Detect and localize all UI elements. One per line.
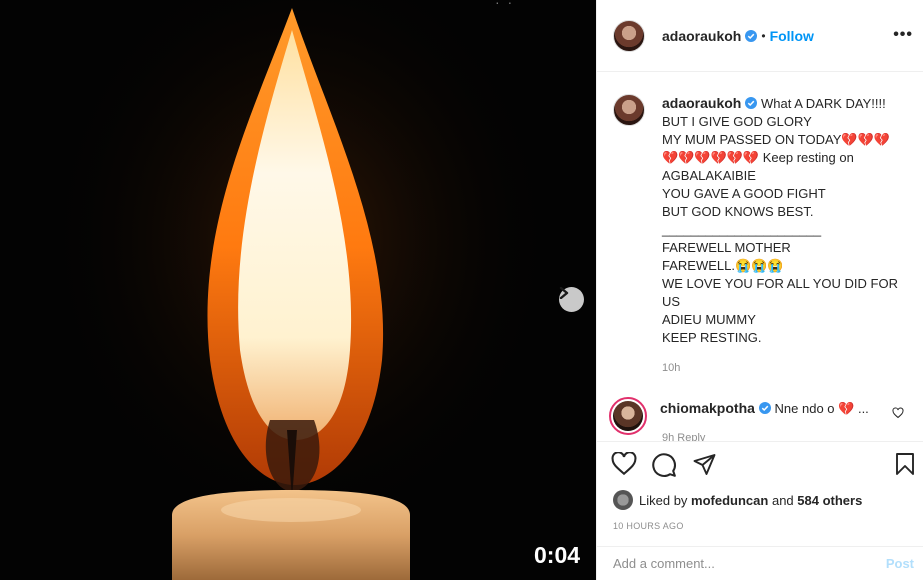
next-media-button[interactable]: [559, 287, 584, 312]
likes-count[interactable]: 584 others: [797, 493, 862, 508]
comment-meta[interactable]: 9h Reply: [662, 432, 705, 441]
follow-button[interactable]: Follow: [770, 28, 814, 44]
more-options-icon[interactable]: •••: [893, 26, 913, 44]
caption-line: WE LOVE YOU FOR ALL YOU DID FOR: [662, 276, 898, 291]
comment-ellipsis: ...: [857, 401, 869, 416]
author-avatar[interactable]: [613, 19, 645, 52]
post-video[interactable]: · · 0:04: [0, 0, 596, 580]
caption-line: KEEP RESTING.: [662, 330, 762, 345]
verified-badge-icon: [745, 97, 758, 109]
commenter-username[interactable]: chiomakpotha: [660, 400, 755, 416]
caption-line: US: [662, 294, 681, 309]
caption-line: ADIEU MUMMY: [662, 312, 756, 327]
post-caption: adaoraukoh What A DARK DAY!!!! BUT I GIV…: [613, 94, 912, 377]
add-comment-bar: Post: [597, 546, 923, 580]
candle-flame-image: [0, 0, 596, 580]
likes-middle: and: [771, 492, 794, 508]
liker-avatar[interactable]: [613, 490, 633, 510]
comment-text: Nne ndo o 💔: [774, 401, 855, 416]
caption-line: FAREWELL MOTHER: [662, 240, 791, 255]
add-comment-input[interactable]: [613, 556, 873, 571]
caption-line: BUT I GIVE GOD GLORY: [662, 114, 812, 129]
caption-line: 💔💔💔💔💔💔 Keep resting on: [662, 150, 854, 165]
comment-body: chiomakpotha Nne ndo o 💔 ...: [660, 400, 869, 417]
commenter-avatar[interactable]: [609, 397, 647, 435]
save-bookmark-icon[interactable]: [895, 452, 915, 476]
caption-author-avatar[interactable]: [613, 94, 645, 126]
verified-badge-icon: [745, 29, 758, 42]
caption-timestamp[interactable]: 10h: [662, 359, 912, 377]
comment-heart-icon[interactable]: [892, 407, 904, 419]
caption-line: YOU GAVE A GOOD FIGHT: [662, 186, 826, 201]
caption-author-username[interactable]: adaoraukoh: [662, 95, 741, 111]
post-time-ago[interactable]: 10 HOURS AGO: [613, 521, 684, 531]
post-header: adaoraukoh • Follow •••: [597, 0, 923, 72]
author-username[interactable]: adaoraukoh: [662, 28, 741, 44]
video-loading-dots: · ·: [495, 0, 515, 10]
caption-line: ______________________: [662, 222, 822, 237]
like-heart-icon[interactable]: [611, 452, 637, 476]
caption-text: adaoraukoh What A DARK DAY!!!! BUT I GIV…: [662, 94, 912, 377]
caption-line: MY MUM PASSED ON TODAY💔💔💔: [662, 132, 890, 147]
likes-summary: Liked by mofeduncan and 584 others: [613, 490, 862, 510]
header-bullet: •: [761, 28, 766, 43]
comment-bubble-icon[interactable]: [651, 452, 677, 478]
instagram-post-view: · · 0:04 adaoraukoh • Follow ••• adaorau…: [0, 0, 923, 580]
comment-item: chiomakpotha Nne ndo o 💔 ... 9h Reply: [609, 397, 914, 441]
share-paper-plane-icon[interactable]: [692, 452, 717, 476]
video-timestamp: 0:04: [534, 542, 581, 568]
caption-line: AGBALAKAIBIE: [662, 168, 756, 183]
chevron-right-icon: [559, 287, 569, 299]
caption-line: FAREWELL.😭😭😭: [662, 258, 784, 273]
caption-line: What A DARK DAY!!!!: [760, 96, 886, 111]
caption-line: BUT GOD KNOWS BEST.: [662, 204, 814, 219]
post-comment-button[interactable]: Post: [886, 556, 914, 571]
liker-username[interactable]: mofeduncan: [691, 493, 768, 508]
post-side-panel: adaoraukoh • Follow ••• adaoraukoh What …: [596, 0, 923, 580]
likes-prefix: Liked by: [639, 492, 688, 508]
comments-section[interactable]: adaoraukoh What A DARK DAY!!!! BUT I GIV…: [597, 72, 923, 442]
post-actions: [597, 452, 923, 486]
verified-badge-icon: [758, 402, 771, 414]
